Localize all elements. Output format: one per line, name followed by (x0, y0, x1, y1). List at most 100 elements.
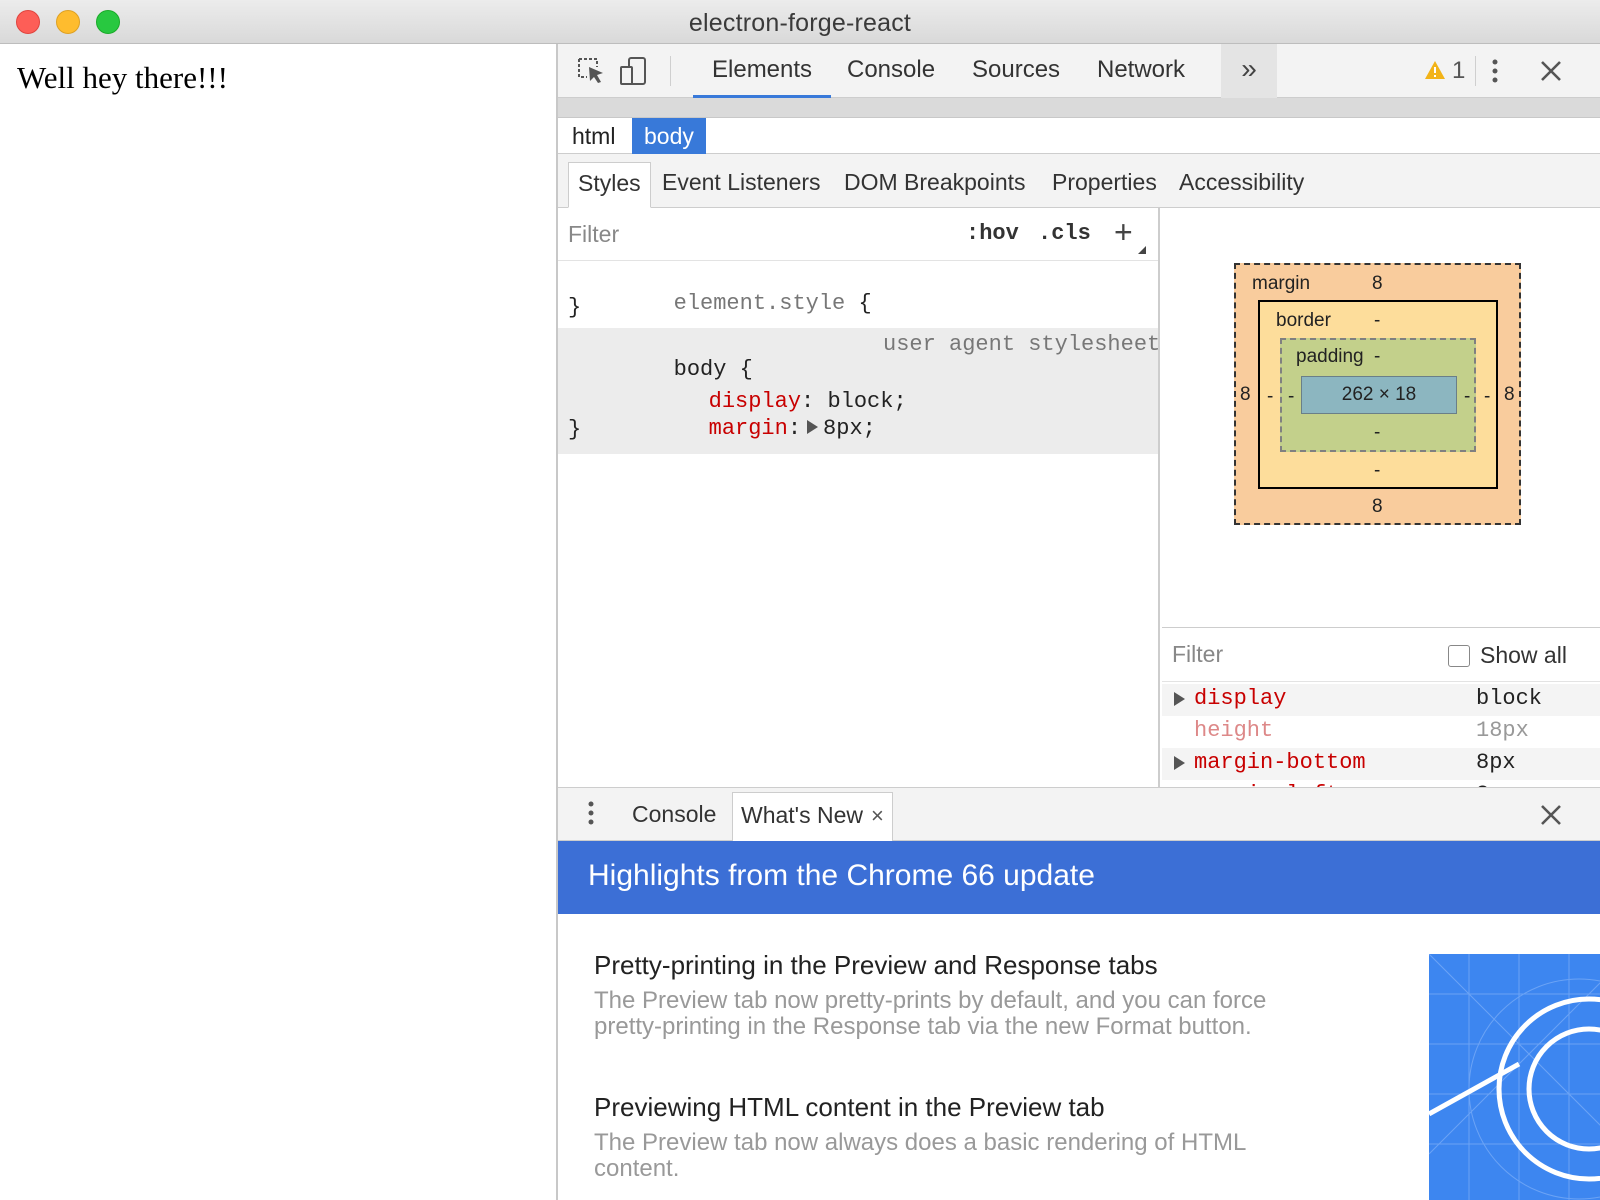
border-top-value[interactable]: - (1374, 310, 1380, 332)
margin-label: margin (1252, 273, 1311, 294)
computed-row[interactable]: margin-bottom 8px (1162, 748, 1600, 780)
property-name: margin (708, 416, 788, 441)
expand-triangle-icon[interactable] (1174, 756, 1185, 770)
box-model-margin[interactable]: margin 8 8 8 8 border - - - - padding - … (1234, 263, 1521, 525)
styles-filter-bar: Filter :hov .cls + (558, 208, 1158, 261)
elements-subtabs: Styles Event Listeners DOM Breakpoints P… (558, 154, 1600, 208)
tab-sources[interactable]: Sources (970, 44, 1062, 98)
drawer-tab-label: What's New (741, 802, 863, 828)
devtools-main-toolbar: Elements Console Sources Network » 1 (558, 44, 1600, 98)
more-tabs-button[interactable]: » (1221, 44, 1277, 98)
drawer-tab-whats-new[interactable]: What's New × (732, 792, 893, 842)
close-brace: } (568, 417, 582, 442)
kebab-menu-icon[interactable] (1480, 56, 1510, 86)
breadcrumb-body[interactable]: body (632, 118, 706, 154)
close-icon[interactable] (1536, 56, 1566, 86)
warning-icon (1424, 59, 1446, 87)
styles-filter-input[interactable]: Filter (568, 221, 619, 248)
new-style-rule-button[interactable]: + (1114, 214, 1133, 251)
hover-state-button[interactable]: :hov (966, 221, 1019, 246)
tab-accessibility[interactable]: Accessibility (1170, 162, 1313, 208)
box-model-content[interactable]: 262 × 18 (1301, 376, 1457, 414)
padding-bottom-value[interactable]: - (1374, 422, 1380, 444)
drawer-tab-console[interactable]: Console (624, 792, 724, 838)
close-tab-icon[interactable]: × (871, 803, 884, 828)
border-right-value[interactable]: - (1484, 386, 1490, 408)
computed-row[interactable]: display block (1162, 684, 1600, 716)
tab-network[interactable]: Network (1095, 44, 1187, 98)
padding-top-value[interactable]: - (1374, 346, 1380, 368)
computed-property-name: margin-bottom (1194, 750, 1366, 775)
expand-triangle-icon[interactable] (807, 420, 819, 434)
dom-tree-collapsed-area (558, 98, 1600, 118)
breadcrumb-html[interactable]: html (560, 118, 627, 154)
class-toggle-button[interactable]: .cls (1038, 221, 1091, 246)
drawer-menu-icon[interactable] (576, 798, 606, 828)
styles-pane: Filter :hov .cls + element.style { } bod… (558, 208, 1160, 788)
computed-row[interactable]: height 18px (1162, 716, 1600, 748)
margin-right-value[interactable]: 8 (1504, 384, 1515, 406)
padding-right-value[interactable]: - (1464, 386, 1470, 408)
margin-bottom-value[interactable]: 8 (1372, 496, 1383, 518)
device-toolbar-icon[interactable] (618, 56, 648, 86)
box-model-border[interactable]: border - - - - padding - - - - 262 × 18 (1258, 300, 1498, 489)
tab-properties[interactable]: Properties (1043, 162, 1166, 208)
chrome-logo-illustration (1429, 954, 1600, 1200)
inspect-element-icon[interactable] (576, 56, 606, 86)
close-brace: } (568, 295, 582, 320)
border-left-value[interactable]: - (1267, 386, 1273, 408)
body-style-rule: body { user agent stylesheet display: bl… (558, 328, 1161, 454)
margin-top-value[interactable]: 8 (1372, 273, 1383, 295)
margin-left-value[interactable]: 8 (1240, 384, 1251, 406)
element-style-rule: element.style { } (558, 262, 1158, 328)
whats-new-banner-title: Highlights from the Chrome 66 update (588, 859, 1095, 892)
border-label: border (1276, 310, 1331, 331)
drawer-toolbar: Console What's New × (558, 787, 1600, 842)
expand-triangle-icon[interactable] (1174, 692, 1185, 706)
tab-event-listeners[interactable]: Event Listeners (653, 162, 830, 208)
warning-count: 1 (1452, 57, 1466, 84)
box-model-pane: margin 8 8 8 8 border - - - - padding - … (1162, 208, 1600, 628)
property-value: 8px; (823, 416, 876, 441)
whats-new-item-description: The Preview tab now always does a basic … (594, 1129, 1246, 1182)
toolbar-divider (1475, 56, 1476, 86)
page-viewport: Well hey there!!! (0, 44, 557, 1200)
padding-label: padding (1296, 346, 1364, 367)
computed-filter-bar: Filter Show all (1162, 628, 1600, 682)
whats-new-item-description: The Preview tab now pretty-prints by def… (594, 987, 1267, 1040)
whats-new-banner: Highlights from the Chrome 66 update (558, 841, 1600, 914)
computed-property-value: 8px (1476, 750, 1516, 775)
window-title: electron-forge-react (688, 9, 912, 37)
computed-property-value: block (1476, 686, 1543, 711)
computed-filter-input[interactable]: Filter (1172, 641, 1223, 668)
style-declaration[interactable]: margin: 8px; (603, 391, 876, 466)
computed-styles-pane: Filter Show all display block height 18p… (1162, 628, 1600, 788)
warnings-counter[interactable]: 1 (1424, 57, 1465, 87)
close-drawer-icon[interactable] (1536, 800, 1566, 830)
whats-new-content: Pretty-printing in the Preview and Respo… (558, 914, 1600, 1200)
open-brace: { (845, 291, 872, 316)
page-text: Well hey there!!! (17, 60, 228, 95)
tab-dom-breakpoints[interactable]: DOM Breakpoints (835, 162, 1035, 208)
computed-property-value: 18px (1476, 718, 1529, 743)
computed-property-name: display (1194, 686, 1287, 711)
box-model-padding[interactable]: padding - - - - 262 × 18 (1280, 338, 1476, 452)
user-agent-stylesheet-label: user agent stylesheet (883, 332, 1161, 357)
show-all-label[interactable]: Show all (1480, 642, 1567, 669)
content-size-value[interactable]: 262 × 18 (1302, 384, 1456, 406)
devtools-panel: Elements Console Sources Network » 1 htm… (556, 44, 1600, 1200)
tab-console[interactable]: Console (845, 44, 937, 98)
new-rule-menu-corner-icon (1138, 246, 1146, 254)
computed-property-name: height (1194, 718, 1274, 743)
padding-left-value[interactable]: - (1288, 386, 1294, 408)
whats-new-item-title[interactable]: Pretty-printing in the Preview and Respo… (594, 950, 1158, 981)
window-title-bar: electron-forge-react (0, 0, 1600, 44)
breadcrumb: html body (558, 118, 1600, 154)
toolbar-divider (670, 56, 671, 86)
tab-elements[interactable]: Elements (693, 44, 832, 98)
whats-new-item-title[interactable]: Previewing HTML content in the Preview t… (594, 1092, 1105, 1123)
tab-styles[interactable]: Styles (568, 162, 651, 208)
show-all-checkbox[interactable] (1448, 645, 1470, 667)
border-bottom-value[interactable]: - (1374, 460, 1380, 482)
element-style-selector: element.style (673, 291, 846, 316)
